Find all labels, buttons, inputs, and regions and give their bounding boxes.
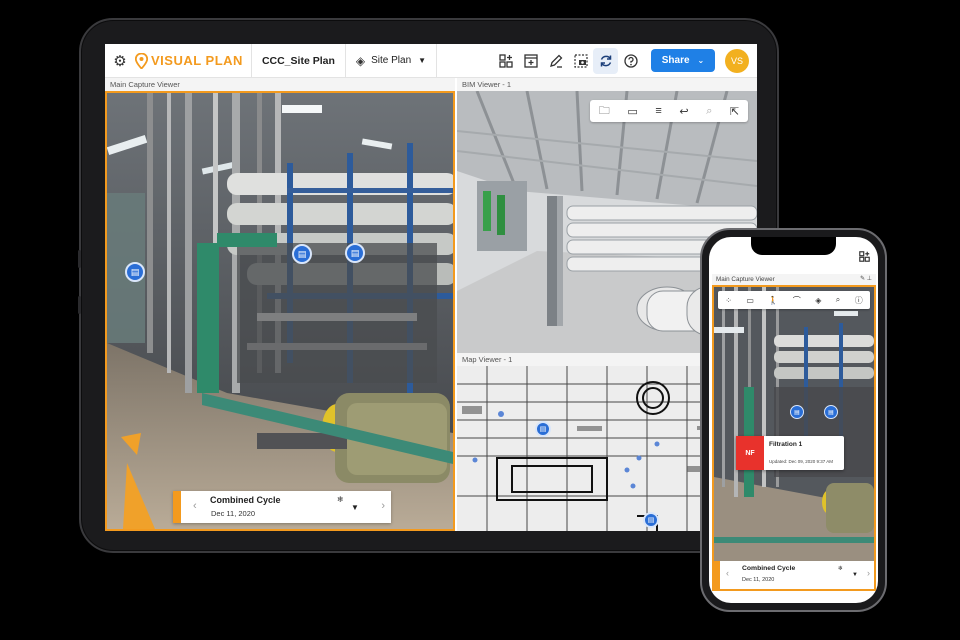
nf-status-badge: NF — [736, 436, 764, 470]
chevron-down-icon[interactable]: ▼ — [852, 572, 858, 578]
brand-logo: VISUAL PLAN — [135, 44, 252, 78]
main-capture-viewer-label: Main Capture Viewer — [105, 78, 455, 91]
issue-updated-time: Updated: Dec 09, 2020 9:37 AM — [769, 459, 834, 464]
bim-toolbar: 🗀 ▭ ≡ ↩ ⌕ ⇱ — [590, 100, 748, 122]
phone-main-capture-label: Main Capture Viewer ✎ ⊥ — [712, 274, 876, 285]
map-pin-logo-icon — [135, 52, 148, 69]
phone-notch — [751, 237, 836, 255]
info-icon[interactable]: ⓘ — [855, 295, 863, 306]
walk-icon[interactable]: 🚶 — [768, 296, 778, 305]
phone-capture-timeline-selector[interactable]: ‹ Combined Cycle Dec 11, 2020 ❄ ▼ › — [714, 561, 874, 589]
external-link-icon[interactable]: ⇱ — [730, 105, 739, 118]
chevron-down-icon: ⌄ — [697, 56, 705, 65]
bim-viewer-label: BIM Viewer - 1 — [457, 78, 757, 91]
issue-marker-icon[interactable]: ▤ — [790, 405, 804, 419]
issue-marker-icon[interactable]: ▤ — [535, 421, 551, 437]
timeline-date: Dec 11, 2020 — [211, 509, 256, 518]
chevron-right-icon[interactable]: › — [381, 500, 385, 512]
share-button[interactable]: Share ⌄ — [651, 49, 715, 72]
tablet-side-button — [78, 296, 81, 314]
timeline-title: Combined Cycle — [210, 495, 281, 505]
chevron-left-icon[interactable]: ‹ — [726, 568, 729, 578]
phone-main-capture-label-text: Main Capture Viewer — [716, 276, 775, 283]
zoom-icon[interactable]: ⌕ — [706, 105, 712, 118]
issue-marker-icon[interactable]: ▤ — [292, 244, 312, 264]
device-mockup-stage: ⚙ VISUAL PLAN CCC_Site Plan ◈ Site Plan … — [0, 0, 960, 640]
issue-popup-card[interactable]: NF Filtration 1 Updated: Dec 09, 2020 9:… — [736, 436, 844, 470]
new-window-icon[interactable] — [518, 44, 543, 78]
folder-icon[interactable]: 🗀 — [599, 102, 610, 121]
chevron-left-icon[interactable]: ‹ — [193, 500, 197, 512]
help-icon[interactable] — [618, 44, 643, 78]
chevron-down-icon[interactable]: ▼ — [351, 503, 359, 512]
plan-selector-dropdown[interactable]: ◈ Site Plan ▼ — [346, 44, 438, 78]
phone-capture-toolbar: ⁘ ▭ 🚶 ⌒ ◈ ⌕ ⓘ — [718, 291, 870, 309]
issue-marker-icon[interactable]: ▤ — [824, 405, 838, 419]
settings-gear-icon[interactable]: ⚙ — [105, 44, 135, 78]
main-capture-viewer[interactable]: ▤ ▤ ▤ ‹ Combined Cycle Dec 11, 2020 ❄ ▼ … — [105, 91, 455, 531]
sliders-icon[interactable]: ≡ — [655, 105, 661, 117]
add-widget-icon[interactable] — [493, 44, 518, 78]
ruler-icon[interactable]: ▭ — [746, 296, 754, 305]
project-name[interactable]: CCC_Site Plan — [252, 44, 346, 78]
plan-selector-label: Site Plan — [371, 55, 412, 66]
chevron-right-icon[interactable]: › — [867, 568, 870, 578]
add-widget-icon[interactable] — [859, 251, 870, 265]
chevron-down-icon: ▼ — [418, 56, 427, 65]
user-avatar[interactable]: VS — [725, 48, 749, 73]
ruler-icon[interactable]: ▭ — [627, 105, 637, 118]
undo-icon[interactable]: ↩ — [679, 105, 688, 118]
view-mode-icon[interactable]: ⌒ — [793, 295, 801, 306]
issue-marker-icon[interactable]: ▤ — [345, 243, 365, 263]
issue-marker-icon[interactable]: ▤ — [125, 262, 145, 282]
layers-icon[interactable]: ◈ — [815, 296, 821, 305]
phone-capture-viewer[interactable]: ⁘ ▭ 🚶 ⌒ ◈ ⌕ ⓘ ▤ ▤ NF Filtration 1 Update… — [712, 285, 876, 591]
snowflake-icon[interactable]: ❄ — [838, 565, 843, 572]
screenshot-icon[interactable] — [568, 44, 593, 78]
rotate-icon[interactable]: ⁘ — [725, 296, 732, 305]
capture-timeline-selector[interactable]: ‹ Combined Cycle Dec 11, 2020 ❄ ▼ › — [173, 491, 391, 523]
360-capture-image — [107, 93, 453, 529]
edit-icon[interactable] — [543, 44, 568, 78]
phone-timeline-title: Combined Cycle — [742, 565, 796, 572]
phone-device: Main Capture Viewer ✎ ⊥ ⁘ ▭ 🚶 ⌒ ◈ ⌕ ⓘ ▤ … — [700, 228, 887, 612]
tablet-side-button — [78, 250, 81, 268]
phone-screen: Main Capture Viewer ✎ ⊥ ⁘ ▭ 🚶 ⌒ ◈ ⌕ ⓘ ▤ … — [709, 237, 878, 603]
snowflake-icon[interactable]: ❄ — [337, 495, 344, 504]
pin-icon[interactable]: ✎ ⊥ — [860, 274, 872, 285]
issue-title: Filtration 1 — [769, 441, 803, 448]
tablet-screen: ⚙ VISUAL PLAN CCC_Site Plan ◈ Site Plan … — [105, 44, 757, 531]
tablet-device: ⚙ VISUAL PLAN CCC_Site Plan ◈ Site Plan … — [78, 18, 779, 553]
layers-icon: ◈ — [355, 53, 366, 68]
brand-name: VISUAL PLAN — [151, 53, 243, 68]
zoom-icon[interactable]: ⌕ — [836, 295, 840, 305]
phone-timeline-date: Dec 11, 2020 — [742, 577, 775, 583]
share-button-label: Share — [661, 55, 690, 66]
issue-marker-icon[interactable]: ▤ — [643, 512, 659, 528]
sync-icon[interactable] — [593, 47, 618, 74]
top-toolbar: ⚙ VISUAL PLAN CCC_Site Plan ◈ Site Plan … — [105, 44, 757, 78]
